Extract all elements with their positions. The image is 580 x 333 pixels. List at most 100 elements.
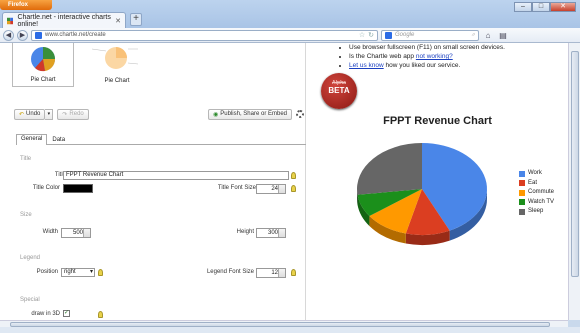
publish-button[interactable]: ◉ Publish, Share or Embed bbox=[208, 108, 292, 120]
title-color-picker[interactable] bbox=[63, 184, 93, 193]
status-bar bbox=[0, 327, 580, 333]
navigation-bar: ◀ ▶ www.chartle.net/create ☆ ↻ Google ⌕ … bbox=[0, 28, 580, 43]
section-legend-heading: Legend bbox=[20, 255, 41, 261]
height-label: Height bbox=[236, 229, 254, 235]
undo-label: Undo bbox=[26, 111, 41, 117]
undo-icon: ↶ bbox=[19, 111, 25, 118]
legend-swatch bbox=[519, 189, 525, 196]
section-special-heading: Special bbox=[20, 297, 40, 303]
thumbnail-label: Pie Chart bbox=[104, 78, 130, 84]
redo-button[interactable]: ↷ Redo bbox=[57, 108, 89, 120]
google-search-engine-icon[interactable] bbox=[385, 31, 392, 39]
browser-tab-active[interactable]: Chartle.net - interactive charts online!… bbox=[2, 12, 126, 28]
legend-item-watch-tv: Watch TV bbox=[519, 198, 554, 208]
site-identity-icon[interactable] bbox=[35, 31, 42, 39]
editor-panel: Pie Chart Pie Chart ↶ Undo ▾ ↷ Redo ◉ Pu… bbox=[6, 43, 306, 320]
publish-label: Publish, Share or Embed bbox=[220, 111, 287, 117]
bookmark-star-icon[interactable]: ☆ bbox=[359, 31, 365, 39]
tab-general[interactable]: General bbox=[16, 134, 48, 145]
legend-item-sleep: Sleep bbox=[519, 207, 554, 217]
info-list: Use browser fullscreen (F11) on small sc… bbox=[337, 43, 505, 70]
vertical-scrollbar-thumb[interactable] bbox=[571, 51, 579, 277]
section-size-heading: Size bbox=[20, 212, 32, 218]
chart-preview-panel: Use browser fullscreen (F11) on small sc… bbox=[307, 43, 568, 320]
undo-dropdown-button[interactable]: ▾ bbox=[45, 108, 54, 120]
height-stepper[interactable]: 300 bbox=[256, 228, 286, 238]
help-bulb-icon[interactable] bbox=[291, 172, 296, 179]
help-bulb-icon[interactable] bbox=[98, 269, 103, 276]
draw-3d-label: draw in 3D bbox=[31, 311, 60, 317]
window-controls: – □ ✕ bbox=[514, 2, 576, 12]
info-item: Let us know how you liked our service. bbox=[349, 61, 505, 70]
editor-toolbar: ↶ Undo ▾ ↷ Redo ◉ Publish, Share or Embe… bbox=[14, 107, 304, 121]
chart-legend: Work Eat Commute Watch TV Sleep bbox=[519, 169, 554, 217]
info-item: Use browser fullscreen (F11) on small sc… bbox=[349, 43, 505, 52]
search-icon[interactable]: ⌕ bbox=[472, 32, 475, 39]
reload-icon[interactable]: ↻ bbox=[368, 31, 374, 39]
bookmarks-menu-icon[interactable]: ▤ bbox=[497, 31, 509, 40]
publish-icon: ◉ bbox=[213, 111, 219, 118]
title-font-size-stepper[interactable]: 24 bbox=[256, 184, 286, 194]
search-input[interactable]: Google bbox=[395, 32, 469, 38]
chart-type-thumbnail-selected[interactable]: Pie Chart bbox=[12, 43, 74, 87]
legend-item-eat: Eat bbox=[519, 179, 554, 189]
maximize-button[interactable]: □ bbox=[532, 2, 550, 12]
legend-swatch bbox=[519, 170, 525, 177]
let-us-know-link[interactable]: Let us know bbox=[349, 62, 384, 69]
tab-title: Chartle.net - interactive charts online! bbox=[17, 13, 111, 28]
legend-label: Eat bbox=[528, 179, 538, 186]
vertical-scrollbar[interactable] bbox=[568, 43, 580, 320]
title-bar: Firefox – □ ✕ Chartle.net - interactive … bbox=[0, 0, 580, 28]
chart-title: FPPT Revenue Chart bbox=[383, 115, 492, 127]
url-text[interactable]: www.chartle.net/create bbox=[45, 32, 356, 38]
legend-swatch bbox=[519, 180, 525, 187]
address-bar[interactable]: www.chartle.net/create ☆ ↻ bbox=[31, 29, 378, 41]
legend-position-select[interactable]: right bbox=[61, 268, 95, 277]
legend-swatch bbox=[519, 199, 525, 206]
legend-item-commute: Commute bbox=[519, 188, 554, 198]
new-tab-button[interactable]: + bbox=[130, 13, 142, 26]
width-label: Width bbox=[42, 229, 58, 235]
beta-badge: Alpha BETA bbox=[321, 73, 357, 109]
not-working-link[interactable]: not working? bbox=[416, 53, 453, 60]
help-bulb-icon[interactable] bbox=[291, 269, 296, 276]
close-window-button[interactable]: ✕ bbox=[550, 2, 576, 12]
redo-icon: ↷ bbox=[62, 111, 68, 118]
loading-spinner-icon bbox=[296, 110, 304, 118]
settings-tabs: General Data bbox=[16, 133, 306, 145]
page-content: Pie Chart Pie Chart ↶ Undo ▾ ↷ Redo ◉ Pu… bbox=[0, 43, 580, 320]
back-icon[interactable]: ◀ bbox=[3, 29, 14, 41]
title-input[interactable]: FPPT Revenue Chart bbox=[63, 171, 289, 180]
pie-chart-light-thumbnail-icon bbox=[91, 47, 139, 69]
help-bulb-icon[interactable] bbox=[98, 311, 103, 318]
thumbnail-label: Pie Chart bbox=[30, 77, 56, 83]
minimize-button[interactable]: – bbox=[514, 2, 532, 12]
forward-icon[interactable]: ▶ bbox=[17, 29, 28, 41]
tab-close-icon[interactable]: ✕ bbox=[115, 17, 121, 25]
pie-chart bbox=[357, 143, 487, 245]
legend-label: Sleep bbox=[528, 208, 544, 214]
legend-position-label: Position bbox=[36, 269, 58, 275]
alpha-strike-text: Alpha bbox=[332, 80, 346, 86]
horizontal-scrollbar[interactable] bbox=[0, 320, 568, 327]
legend-label: Work bbox=[528, 170, 542, 176]
title-font-size-label: Title Font Size bbox=[217, 185, 256, 191]
info-item: Is the Chartle web app not working? bbox=[349, 52, 505, 61]
draw-3d-checkbox[interactable]: ✓ bbox=[63, 310, 70, 317]
beta-text: BETA bbox=[328, 86, 350, 95]
home-icon[interactable]: ⌂ bbox=[482, 31, 494, 40]
pie-chart-thumbnail-icon bbox=[31, 47, 56, 72]
legend-swatch bbox=[519, 208, 525, 215]
tab-data[interactable]: Data bbox=[47, 135, 70, 144]
section-title-heading: Title bbox=[20, 156, 32, 162]
title-label: Title bbox=[54, 172, 66, 178]
chart-type-thumbnail[interactable]: Pie Chart bbox=[86, 43, 148, 87]
firefox-menu-button[interactable]: Firefox bbox=[0, 0, 52, 10]
legend-label: Watch TV bbox=[528, 198, 555, 205]
legend-font-size-stepper[interactable]: 12 bbox=[256, 268, 286, 278]
search-bar[interactable]: Google ⌕ bbox=[381, 29, 479, 41]
width-stepper[interactable]: 500 bbox=[61, 228, 91, 238]
undo-button[interactable]: ↶ Undo bbox=[14, 108, 46, 120]
help-bulb-icon[interactable] bbox=[291, 185, 296, 192]
pie-slice-sleep[interactable] bbox=[357, 143, 422, 195]
